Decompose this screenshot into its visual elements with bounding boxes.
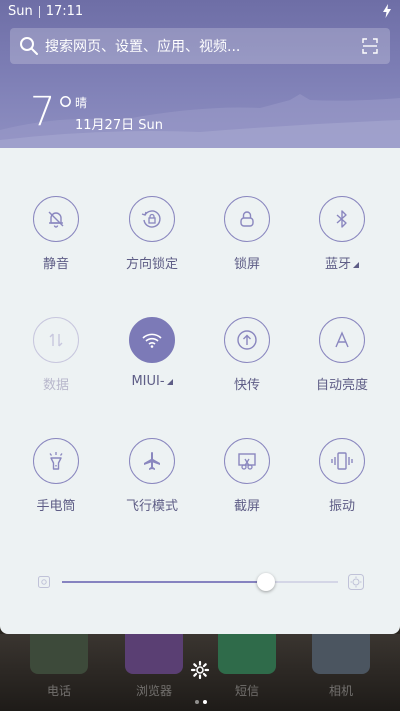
toggle-label: 方向锁定 (125, 257, 178, 272)
rotation-lock-icon (141, 210, 161, 228)
toggle-label-text: 蓝牙 (324, 257, 351, 272)
toggle-circle[interactable] (319, 196, 365, 242)
toggle-silent[interactable]: 静音 (11, 196, 101, 272)
weather-date: 11月27日 Sun (75, 118, 163, 133)
temperature: 7° (30, 89, 76, 135)
wifi-icon (142, 333, 162, 348)
toggle-lock-screen[interactable]: 锁屏 (202, 196, 292, 272)
data-arrows-icon (49, 333, 63, 347)
toggle-label: 锁屏 (233, 257, 260, 272)
status-day: Sun (8, 4, 33, 19)
toggle-wifi[interactable]: MIUI- (107, 317, 197, 389)
toggle-auto-brightness[interactable]: 自动亮度 (297, 317, 387, 393)
toggle-circle[interactable] (224, 196, 270, 242)
brightness-low-icon (38, 576, 50, 588)
menu-indicator-icon (166, 379, 173, 385)
toggle-mobile-data[interactable]: 数据 (11, 317, 101, 393)
vibrate-icon (331, 452, 353, 470)
toggle-label: 截屏 (233, 499, 260, 514)
quick-settings-panel: 静音 方向锁定 锁屏 蓝牙 数据 MIUI- 快传 自动亮度 手电筒 飞行模式 … (0, 148, 400, 634)
toggle-vibrate[interactable]: 振动 (297, 438, 387, 514)
settings-gear-icon[interactable] (190, 660, 210, 680)
toggle-label: 振动 (328, 499, 355, 514)
toggle-airplane-mode[interactable]: 飞行模式 (107, 438, 197, 514)
search-icon (20, 37, 38, 55)
flashlight-icon (49, 452, 63, 470)
brightness-fill (62, 581, 266, 583)
brightness-knob[interactable] (257, 573, 275, 591)
toggle-circle[interactable] (129, 317, 175, 363)
toggle-bluetooth[interactable]: 蓝牙 (297, 196, 387, 272)
toggle-label: 快传 (233, 378, 260, 393)
menu-indicator-icon (353, 262, 359, 268)
toggle-circle[interactable] (33, 438, 79, 484)
bell-off-icon (48, 211, 64, 228)
page-dot-active (203, 700, 207, 704)
toggle-circle[interactable] (224, 317, 270, 363)
toggle-flashlight[interactable]: 手电筒 (11, 438, 101, 514)
toggle-label: 自动亮度 (315, 378, 368, 393)
app-label: 浏览器 (135, 684, 172, 698)
toggle-circle[interactable] (33, 196, 79, 242)
toggle-circle[interactable] (129, 196, 175, 242)
search-placeholder: 搜索网页、设置、应用、视频... (45, 39, 241, 55)
airplane-icon (144, 452, 160, 470)
status-divider (38, 5, 40, 18)
screenshot-icon (238, 453, 256, 470)
upload-icon (237, 330, 257, 350)
toggle-quick-transfer[interactable]: 快传 (202, 317, 292, 393)
toggle-label: 静音 (42, 257, 69, 272)
home-dock: 电话 浏览器 短信 相机 (0, 634, 400, 711)
app-label: 相机 (328, 684, 353, 698)
toggle-label: 数据 (42, 378, 69, 393)
brightness-high-icon (348, 574, 364, 590)
toggle-label-text: MIUI- (131, 374, 165, 389)
lock-icon (240, 211, 254, 227)
notification-header: Sun 17:11 搜索网页、设置、应用、视频... 7° 晴 11月27日 S… (0, 0, 400, 150)
app-icon-phone[interactable] (30, 634, 88, 674)
app-icon-browser[interactable] (125, 634, 183, 674)
app-icon-messages[interactable] (218, 634, 276, 674)
toggle-label: MIUI- (107, 374, 197, 389)
auto-brightness-icon (335, 331, 349, 348)
weather-condition: 晴 (75, 96, 88, 110)
app-label: 电话 (46, 684, 71, 698)
app-icon-camera[interactable] (312, 634, 370, 674)
scan-icon[interactable] (362, 38, 378, 54)
status-time: 17:11 (45, 4, 84, 19)
toggle-label: 蓝牙 (297, 253, 387, 272)
toggle-circle[interactable] (319, 317, 365, 363)
brightness-slider[interactable] (34, 572, 364, 592)
app-label: 短信 (234, 684, 259, 698)
charging-icon (383, 4, 391, 18)
search-bar[interactable]: 搜索网页、设置、应用、视频... (10, 28, 390, 64)
toggle-circle[interactable] (33, 317, 79, 363)
bluetooth-icon (336, 210, 347, 228)
toggle-label: 飞行模式 (125, 499, 178, 514)
page-dot (195, 700, 199, 704)
toggle-screenshot[interactable]: 截屏 (202, 438, 292, 514)
status-bar: Sun 17:11 (0, 0, 400, 24)
toggle-circle[interactable] (129, 438, 175, 484)
toggle-label: 手电筒 (36, 499, 76, 514)
toggle-circle[interactable] (319, 438, 365, 484)
toggle-circle[interactable] (224, 438, 270, 484)
toggle-rotation-lock[interactable]: 方向锁定 (107, 196, 197, 272)
page-indicator (193, 689, 209, 708)
